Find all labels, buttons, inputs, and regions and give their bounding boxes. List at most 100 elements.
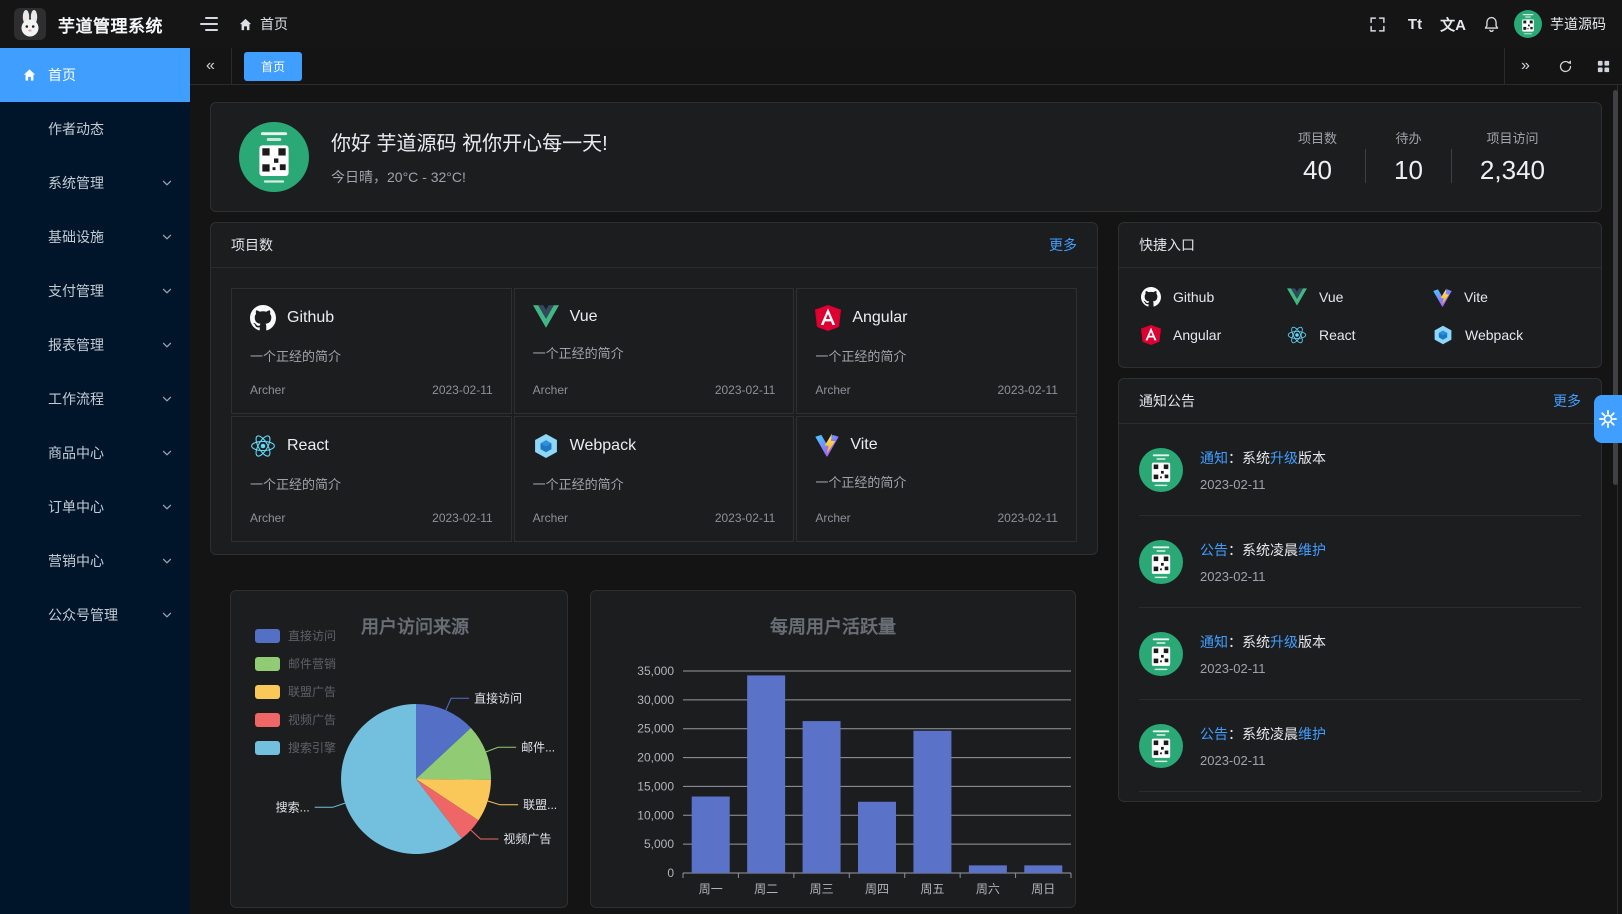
notice-text: 系统凌晨: [1242, 542, 1298, 558]
project-date: 2023-02-11: [715, 511, 776, 525]
top-navbar: 芋道管理系统 首页 Tt 文A 芋道源码: [0, 0, 1622, 48]
project-name: Vite: [850, 436, 877, 454]
notice-item[interactable]: 通知：系统升级版本 2023-02-11: [1139, 424, 1581, 516]
vite-icon: [1433, 288, 1452, 307]
app-logo-rabbit[interactable]: [14, 8, 46, 40]
svg-text:周六: 周六: [976, 882, 1000, 896]
svg-text:周一: 周一: [699, 882, 723, 896]
project-card-github[interactable]: Github 一个正经的简介 Archer2023-02-11: [231, 288, 512, 414]
notices-more-link[interactable]: 更多: [1553, 391, 1581, 411]
project-card-react[interactable]: React 一个正经的简介 Archer2023-02-11: [231, 416, 512, 542]
sidebar-item-author[interactable]: 作者动态: [0, 102, 190, 156]
project-card-webpack[interactable]: Webpack 一个正经的简介 Archer2023-02-11: [514, 416, 795, 542]
shortcut-vite[interactable]: Vite: [1433, 287, 1579, 307]
notice-item[interactable]: 公告：系统凌晨维护 2023-02-11: [1139, 516, 1581, 608]
project-desc: 一个正经的简介: [815, 472, 1058, 491]
notice-keyword-link[interactable]: 维护: [1298, 726, 1326, 742]
webpack-icon: [533, 433, 559, 459]
sidebar-item-label: 订单中心: [48, 497, 104, 517]
notice-keyword-link[interactable]: 升级: [1270, 450, 1298, 466]
font-size-button[interactable]: Tt: [1400, 9, 1430, 39]
notice-tag-link[interactable]: 公告: [1200, 542, 1228, 558]
sidebar-item-system[interactable]: 系统管理: [0, 156, 190, 210]
stat-label: 项目数: [1298, 128, 1337, 147]
shortcut-react[interactable]: React: [1287, 325, 1433, 345]
pie-chart[interactable]: 直接访问邮件...联盟...视频广告搜索...: [231, 591, 567, 907]
project-card-vite[interactable]: Vite 一个正经的简介 Archer2023-02-11: [796, 416, 1077, 542]
notifications-button[interactable]: [1476, 9, 1506, 39]
sidebar-item-marketing[interactable]: 营销中心: [0, 534, 190, 588]
project-desc: 一个正经的简介: [815, 346, 1058, 365]
notice-item[interactable]: 公告：系统凌晨维护 2023-02-11: [1139, 700, 1581, 792]
sidebar-item-label: 营销中心: [48, 551, 104, 571]
angular-icon: [1141, 325, 1161, 345]
project-desc: 一个正经的简介: [533, 474, 776, 493]
notice-item[interactable]: 通知：系统升级版本 2023-02-11: [1139, 608, 1581, 700]
app-title: 芋道管理系统: [58, 12, 163, 37]
breadcrumb-home: 首页: [260, 14, 288, 34]
user-menu[interactable]: 芋道源码: [1514, 10, 1606, 38]
shortcut-vue[interactable]: Vue: [1287, 287, 1433, 307]
sidebar-item-label: 报表管理: [48, 335, 104, 355]
fullscreen-button[interactable]: [1362, 9, 1392, 39]
svg-text:35,000: 35,000: [637, 664, 674, 678]
project-author: Archer: [815, 511, 850, 525]
sidebar-collapse-button[interactable]: [194, 9, 224, 39]
tabs-scroll-right-button[interactable]: »: [1504, 48, 1546, 85]
sidebar-item-workflow[interactable]: 工作流程: [0, 372, 190, 426]
sidebar-item-product[interactable]: 商品中心: [0, 426, 190, 480]
tabs-scroll-left-button[interactable]: «: [190, 48, 232, 85]
sidebar-item-label: 工作流程: [48, 389, 104, 409]
fullscreen-icon: [1369, 16, 1386, 33]
bar-chart[interactable]: 05,00010,00015,00020,00025,00030,00035,0…: [591, 591, 1075, 907]
projects-more-link[interactable]: 更多: [1049, 235, 1077, 255]
grid-icon: [1596, 59, 1611, 74]
svg-text:25,000: 25,000: [637, 722, 674, 736]
svg-text:周日: 周日: [1031, 882, 1055, 896]
sidebar-item-report[interactable]: 报表管理: [0, 318, 190, 372]
project-name: Angular: [852, 309, 907, 327]
notice-keyword-link[interactable]: 升级: [1270, 634, 1298, 650]
svg-text:周五: 周五: [920, 882, 944, 896]
project-card-angular[interactable]: Angular 一个正经的简介 Archer2023-02-11: [796, 288, 1077, 414]
notice-keyword-link[interactable]: 维护: [1298, 542, 1326, 558]
notice-tag-link[interactable]: 公告: [1200, 726, 1228, 742]
layout-grid-button[interactable]: [1584, 48, 1622, 85]
shortcuts-grid: Github Vue Vite Angular React Webpack: [1119, 268, 1601, 364]
notice-tag-link[interactable]: 通知: [1200, 634, 1228, 650]
home-icon: [22, 68, 37, 83]
notices-card: 通知公告 更多 通知：系统升级版本 2023-02-11 公告：系统凌晨维护 2…: [1118, 378, 1602, 802]
shortcut-label: Github: [1173, 289, 1214, 305]
shortcut-github[interactable]: Github: [1141, 287, 1287, 307]
shortcut-webpack[interactable]: Webpack: [1433, 325, 1579, 345]
stat-label: 待办: [1394, 128, 1423, 147]
sidebar-item-wechat[interactable]: 公众号管理: [0, 588, 190, 642]
settings-panel-button[interactable]: [1594, 395, 1622, 443]
vue-icon: [1287, 288, 1307, 306]
notice-sep: ：: [1228, 726, 1242, 742]
notice-qr-avatar: [1139, 540, 1183, 584]
notice-tag-link[interactable]: 通知: [1200, 450, 1228, 466]
user-avatar: [1514, 10, 1542, 38]
username: 芋道源码: [1550, 14, 1606, 34]
refresh-button[interactable]: [1546, 48, 1584, 85]
sidebar-item-label: 支付管理: [48, 281, 104, 301]
sidebar-item-order[interactable]: 订单中心: [0, 480, 190, 534]
notice-body: 公告：系统凌晨维护 2023-02-11: [1200, 724, 1326, 768]
projects-card: 项目数 更多 Github 一个正经的简介 Archer2023-02-11 V…: [210, 222, 1098, 555]
sidebar-item-infra[interactable]: 基础设施: [0, 210, 190, 264]
notice-date: 2023-02-11: [1200, 753, 1326, 768]
welcome-weather: 今日晴，20°C - 32°C!: [331, 167, 608, 187]
chevron-down-icon: [161, 285, 173, 297]
breadcrumb[interactable]: 首页: [238, 14, 288, 34]
tab-home[interactable]: 首页: [244, 52, 302, 81]
sidebar-item-pay[interactable]: 支付管理: [0, 264, 190, 318]
project-name: Vue: [570, 308, 598, 326]
shortcut-angular[interactable]: Angular: [1141, 325, 1287, 345]
shortcut-label: Vite: [1464, 289, 1488, 305]
language-button[interactable]: 文A: [1438, 9, 1468, 39]
sidebar-item-home[interactable]: 首页: [0, 48, 190, 102]
svg-text:20,000: 20,000: [637, 751, 674, 765]
notice-text: 系统凌晨: [1242, 726, 1298, 742]
project-card-vue[interactable]: Vue 一个正经的简介 Archer2023-02-11: [514, 288, 795, 414]
